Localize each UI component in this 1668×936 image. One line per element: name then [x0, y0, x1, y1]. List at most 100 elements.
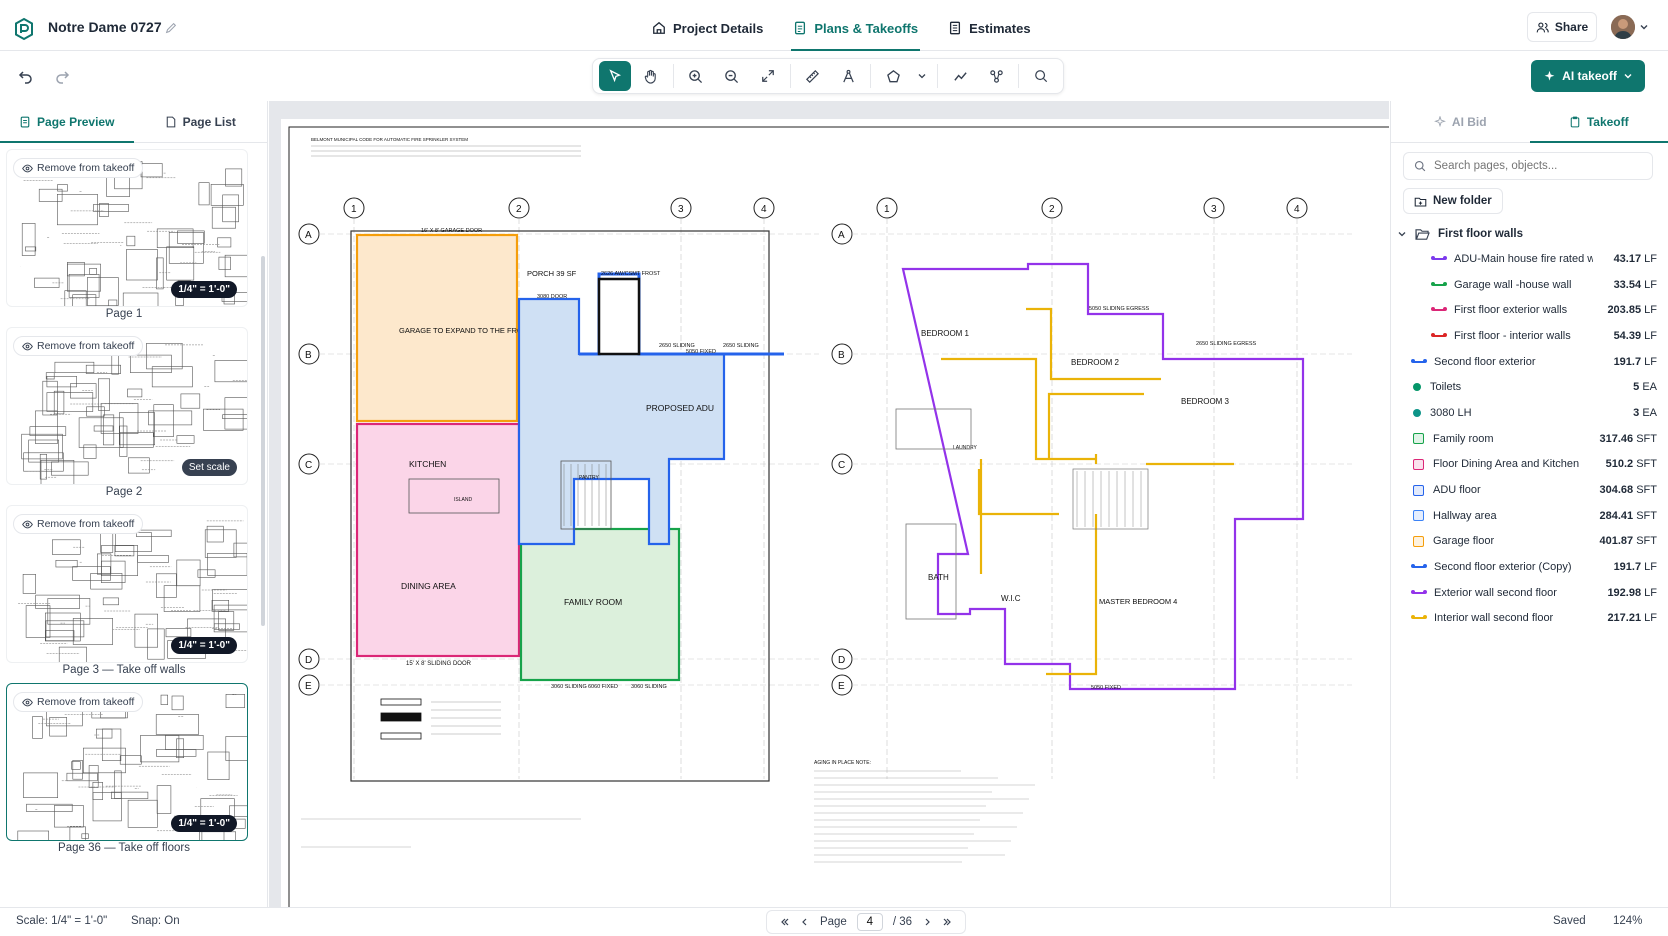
takeoff-item[interactable]: Floor Dining Area and Kitchen 510.2 SFT: [1391, 452, 1668, 478]
sparkle-icon: [1433, 115, 1446, 127]
floor-plan-drawing[interactable]: BELMONT MUNICIPAL CODE FOR AUTOMATIC FIR…: [281, 119, 1389, 907]
page-thumbnail[interactable]: Remove from takeoff Set scale: [6, 327, 248, 485]
eye-icon: [22, 698, 33, 706]
tab-takeoff[interactable]: Takeoff: [1529, 101, 1668, 143]
select-tool-button[interactable]: [599, 61, 631, 91]
search-input[interactable]: [1434, 160, 1634, 172]
measure-tool-button[interactable]: [797, 61, 829, 91]
takeoff-item[interactable]: First floor exterior walls 203.85 LF: [1391, 297, 1668, 323]
fit-screen-button[interactable]: [752, 61, 784, 91]
page-thumbnail[interactable]: Remove from takeoff 1/4" = 1'-0": [6, 149, 248, 307]
save-status: Saved: [1553, 915, 1586, 927]
remove-from-takeoff-button[interactable]: Remove from takeoff: [13, 514, 144, 534]
plan-label: C: [305, 460, 312, 471]
redo-icon[interactable]: [54, 68, 70, 84]
tab-ai-bid[interactable]: AI Bid: [1391, 101, 1530, 142]
scrollbar[interactable]: [261, 256, 265, 626]
plan-sheet[interactable]: BELMONT MUNICIPAL CODE FOR AUTOMATIC FIR…: [281, 119, 1389, 907]
zoom-in-button[interactable]: [680, 61, 712, 91]
snap-info[interactable]: Snap: On: [131, 915, 180, 927]
ruler-icon: [806, 69, 820, 83]
eye-icon: [22, 520, 33, 528]
area-swatch-icon: [1413, 535, 1424, 547]
search-plan-button[interactable]: [1025, 61, 1057, 91]
chevron-down-icon: [918, 74, 926, 79]
tab-estimates[interactable]: Estimates: [946, 5, 1032, 51]
page-label: Page 36 — Take off floors: [58, 842, 190, 854]
page-thumbnail[interactable]: Remove from takeoff 1/4" = 1'-0": [6, 505, 248, 663]
area-swatch-icon: [1413, 433, 1424, 445]
avatar[interactable]: [1611, 15, 1635, 39]
scale-info[interactable]: Scale: 1/4" = 1'-0": [16, 915, 107, 927]
takeoff-item[interactable]: Second floor exterior (Copy) 191.7 LF: [1391, 554, 1668, 580]
first-page-icon[interactable]: [780, 917, 790, 927]
takeoff-item[interactable]: Garage wall -house wall 33.54 LF: [1391, 272, 1668, 298]
page-navigator: Page 4 / 36: [766, 910, 966, 934]
plan-label: A: [305, 230, 312, 241]
takeoff-item[interactable]: 3080 LH 3 EA: [1391, 400, 1668, 426]
plan-label: A: [838, 230, 845, 241]
tab-label: AI Bid: [1451, 114, 1487, 129]
tab-plans-takeoffs[interactable]: Plans & Takeoffs: [791, 5, 920, 51]
takeoff-item[interactable]: ADU floor 304.68 SFT: [1391, 477, 1668, 503]
folder-first-floor-walls[interactable]: First floor walls: [1397, 222, 1523, 246]
undo-icon[interactable]: [18, 68, 34, 84]
count-tool-button[interactable]: [980, 61, 1012, 91]
chevron-down-icon[interactable]: [1639, 22, 1649, 32]
takeoff-item[interactable]: First floor - interior walls 54.39 LF: [1391, 323, 1668, 349]
takeoff-item-name: Second floor exterior: [1434, 355, 1536, 368]
remove-label: Remove from takeoff: [37, 340, 135, 352]
takeoff-item[interactable]: ADU-Main house fire rated wall 43.17 LF: [1391, 246, 1668, 272]
page-number-input[interactable]: 4: [856, 913, 883, 931]
project-name[interactable]: Notre Dame 0727: [48, 19, 162, 35]
page-label: Page 2: [105, 486, 143, 498]
last-page-icon[interactable]: [942, 917, 952, 927]
folder-open-icon: [1415, 228, 1430, 240]
remove-from-takeoff-button[interactable]: Remove from takeoff: [13, 692, 144, 712]
app-logo-icon[interactable]: [12, 17, 36, 41]
line-swatch-icon: [1431, 307, 1447, 312]
page-thumbnail[interactable]: Remove from takeoff 1/4" = 1'-0": [6, 683, 248, 841]
angle-tool-button[interactable]: [833, 61, 865, 91]
plan-label: 3: [678, 204, 684, 215]
tab-project-details[interactable]: Project Details: [650, 5, 765, 51]
plan-label: B: [838, 350, 845, 361]
polyline-tool-button[interactable]: [944, 61, 976, 91]
pan-tool-button[interactable]: [635, 61, 667, 91]
set-scale-button[interactable]: Set scale: [181, 459, 237, 476]
ai-takeoff-button[interactable]: AI takeoff: [1531, 60, 1645, 92]
tab-page-preview[interactable]: Page Preview: [0, 101, 134, 143]
takeoff-item[interactable]: Toilets 5 EA: [1391, 374, 1668, 400]
prev-page-icon[interactable]: [800, 917, 810, 927]
page-label: Page 1: [105, 308, 143, 320]
shape-dropdown-button[interactable]: [913, 61, 931, 91]
next-page-icon[interactable]: [922, 917, 932, 927]
shape-tool-button[interactable]: [877, 61, 909, 91]
ai-takeoff-label: AI takeoff: [1562, 69, 1617, 83]
plan-label: BEDROOM 3: [1181, 397, 1230, 406]
takeoff-item[interactable]: Garage floor 401.87 SFT: [1391, 529, 1668, 555]
plan-label: BEDROOM 1: [921, 329, 970, 338]
edit-pencil-icon[interactable]: [164, 21, 178, 35]
takeoff-item[interactable]: Exterior wall second floor 192.98 LF: [1391, 580, 1668, 606]
chevron-down-icon[interactable]: [1397, 229, 1407, 239]
zoom-level[interactable]: 124%: [1613, 915, 1642, 927]
share-button[interactable]: Share: [1527, 12, 1597, 42]
takeoff-item[interactable]: Interior wall second floor 217.21 LF: [1391, 606, 1668, 632]
tab-page-list[interactable]: Page List: [134, 101, 268, 142]
remove-from-takeoff-button[interactable]: Remove from takeoff: [13, 158, 144, 178]
search-box[interactable]: [1403, 152, 1653, 180]
new-folder-button[interactable]: New folder: [1403, 188, 1503, 214]
takeoff-item[interactable]: Hallway area 284.41 SFT: [1391, 503, 1668, 529]
remove-from-takeoff-button[interactable]: Remove from takeoff: [13, 336, 144, 356]
area-swatch-icon: [1413, 458, 1424, 470]
takeoff-item[interactable]: Family room 317.46 SFT: [1391, 426, 1668, 452]
takeoff-item-quantity: 191.7 LF: [1613, 561, 1657, 574]
takeoff-item-quantity: 217.21 LF: [1607, 612, 1657, 625]
plan-label: 3060 SLIDING: [631, 684, 667, 690]
plan-canvas[interactable]: BELMONT MUNICIPAL CODE FOR AUTOMATIC FIR…: [269, 101, 1389, 907]
zoom-out-button[interactable]: [716, 61, 748, 91]
takeoff-item[interactable]: Second floor exterior 191.7 LF: [1391, 349, 1668, 375]
takeoff-item-name: First floor exterior walls: [1454, 304, 1568, 317]
pentagon-icon: [887, 69, 900, 82]
